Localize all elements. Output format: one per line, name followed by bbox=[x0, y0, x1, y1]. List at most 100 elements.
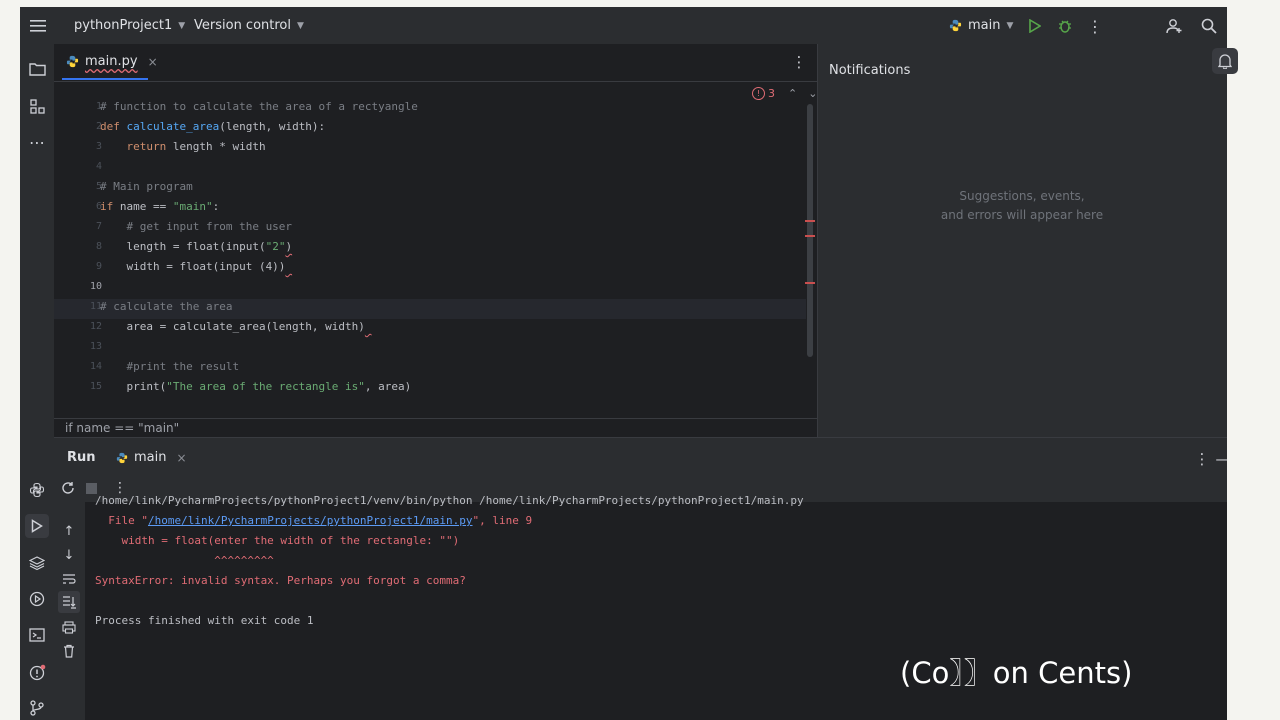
line-number: 10 bbox=[89, 281, 102, 292]
version-control-label: Version control bbox=[194, 18, 291, 33]
code-token: length = float(input( bbox=[100, 240, 266, 253]
chevron-down-icon: ▼ bbox=[178, 20, 186, 31]
editor-scrollbar[interactable] bbox=[807, 104, 813, 357]
close-icon[interactable]: × bbox=[176, 451, 186, 465]
inspection-widget[interactable]: ! 3 ⌃ ⌄ bbox=[752, 87, 817, 100]
git-branch-icon[interactable] bbox=[25, 696, 49, 720]
code-line: if name == "main": bbox=[100, 197, 219, 217]
code-token: if bbox=[100, 200, 120, 213]
code-token: # function to calculate the area of a re… bbox=[100, 100, 418, 113]
services-icon[interactable] bbox=[25, 587, 49, 611]
editor-panel: main.py × ⋮ 1 2 3 4 5 6 7 8 9 10 11 12 13 14 15 # func… bbox=[54, 44, 817, 437]
code-token: area = calculate_area(length, width) bbox=[100, 320, 365, 333]
python-console-icon[interactable] bbox=[25, 478, 49, 502]
code-token: def bbox=[100, 120, 127, 133]
problems-icon[interactable] bbox=[25, 660, 49, 684]
minimize-icon[interactable]: — bbox=[1214, 450, 1228, 468]
watermark-text: (Co〗〗on Cents) bbox=[900, 656, 1133, 690]
code-line: def calculate_area(length, width): bbox=[100, 117, 325, 137]
console-line: File "/home/link/PycharmProjects/pythonP… bbox=[95, 511, 532, 531]
code-line: area = calculate_area(length, width) bbox=[100, 317, 372, 337]
arrow-up-icon[interactable]: ↑ bbox=[58, 520, 80, 542]
empty-state-line: and errors will appear here bbox=[940, 208, 1104, 222]
code-line: return length * width bbox=[100, 137, 266, 157]
scroll-to-end-icon[interactable] bbox=[58, 591, 80, 613]
editor-tabs: main.py × ⋮ bbox=[54, 44, 817, 82]
chevron-down-icon: ▼ bbox=[297, 20, 304, 31]
code-token: (length, width): bbox=[219, 120, 326, 133]
chevron-up-icon[interactable]: ⌃ bbox=[788, 87, 797, 100]
line-number: 1 bbox=[95, 101, 102, 112]
more-vertical-icon[interactable]: ⋮ bbox=[1084, 15, 1106, 37]
more-vertical-icon[interactable]: ⋮ bbox=[789, 52, 809, 72]
folder-icon[interactable] bbox=[25, 57, 49, 81]
notifications-empty-state: Suggestions, events, and errors will app… bbox=[818, 187, 1226, 225]
run-label: Run bbox=[67, 450, 96, 465]
debug-bug-icon[interactable] bbox=[1054, 15, 1076, 37]
close-icon[interactable]: × bbox=[148, 55, 158, 69]
code-token: , area) bbox=[364, 380, 412, 393]
console-line: Process finished with exit code 1 bbox=[95, 614, 314, 627]
code-token: #print the result bbox=[100, 360, 240, 373]
line-number: 7 bbox=[95, 221, 102, 232]
add-user-icon[interactable] bbox=[1163, 15, 1185, 37]
console-line: SyntaxError: invalid syntax. Perhaps you… bbox=[95, 574, 466, 587]
python-icon bbox=[116, 452, 128, 463]
code-token: "main" bbox=[172, 200, 213, 213]
run-config-selector[interactable]: main ▼ bbox=[949, 18, 1013, 33]
code-line: length = float(input("2") bbox=[100, 237, 292, 257]
code-line: # get input from the user bbox=[100, 217, 292, 237]
terminal-icon[interactable] bbox=[25, 623, 49, 647]
run-config-tab[interactable]: main × bbox=[116, 450, 187, 465]
code-token: print( bbox=[100, 380, 167, 393]
more-horizontal-icon[interactable]: ⋯ bbox=[25, 130, 49, 154]
breadcrumb[interactable]: if name == "main" bbox=[54, 418, 817, 437]
error-count: 3 bbox=[768, 87, 775, 100]
soft-wrap-icon[interactable] bbox=[58, 568, 80, 590]
console-side-toolbar: ↑ ↓ bbox=[54, 502, 86, 720]
tab-main-py[interactable]: main.py × bbox=[66, 54, 158, 69]
error-stripe-marker[interactable] bbox=[805, 282, 815, 284]
arrow-down-icon[interactable]: ↓ bbox=[58, 544, 80, 566]
run-play-icon[interactable] bbox=[1024, 15, 1046, 37]
error-icon: ! bbox=[752, 87, 765, 100]
error-stripe-marker[interactable] bbox=[805, 235, 815, 237]
ide-window: pythonProject1 ▼ Version control ▼ main … bbox=[20, 7, 1227, 720]
tab-label: main.py bbox=[85, 54, 138, 69]
code-token: calculate_area bbox=[126, 120, 220, 133]
more-vertical-icon[interactable]: ⋮ bbox=[1193, 450, 1211, 468]
code-editor[interactable]: # function to calculate the area of a re… bbox=[100, 82, 800, 412]
layers-icon[interactable] bbox=[25, 551, 49, 575]
print-icon[interactable] bbox=[58, 616, 80, 638]
code-token: "2" bbox=[265, 240, 286, 253]
error-stripe-marker[interactable] bbox=[805, 220, 815, 222]
project-selector[interactable]: pythonProject1 ▼ bbox=[74, 18, 185, 33]
code-line: #print the result bbox=[100, 357, 239, 377]
code-line: # Main program bbox=[100, 177, 193, 197]
code-line: print("The area of the rectangle is", ar… bbox=[100, 377, 411, 397]
project-name: pythonProject1 bbox=[74, 18, 173, 33]
code-token: # calculate the area bbox=[100, 300, 233, 313]
console-line: width = float(enter the width of the rec… bbox=[95, 534, 460, 547]
rerun-icon[interactable] bbox=[59, 479, 77, 497]
code-token: length * width bbox=[172, 140, 266, 153]
console-text: ", line 9 bbox=[472, 514, 533, 527]
version-control-menu[interactable]: Version control ▼ bbox=[194, 18, 304, 33]
trash-icon[interactable] bbox=[58, 640, 80, 662]
code-token: width = float(input (4)) bbox=[100, 260, 286, 273]
notifications-bell-icon[interactable] bbox=[1212, 48, 1238, 74]
line-number: 9 bbox=[95, 261, 102, 272]
line-number: 13 bbox=[89, 341, 102, 352]
file-link[interactable]: /home/link/PycharmProjects/pythonProject… bbox=[148, 514, 473, 527]
structure-icon[interactable] bbox=[25, 94, 49, 118]
run-tool-icon[interactable] bbox=[25, 514, 49, 538]
code-token: # Main program bbox=[100, 180, 193, 193]
line-number: 12 bbox=[89, 321, 102, 332]
line-number: 2 bbox=[95, 121, 102, 132]
run-tab[interactable]: Run bbox=[67, 450, 96, 465]
hamburger-menu-icon[interactable] bbox=[27, 15, 49, 37]
search-icon[interactable] bbox=[1198, 15, 1220, 37]
code-line: # calculate the area bbox=[100, 297, 232, 317]
chevron-down-icon: ▼ bbox=[1006, 20, 1014, 31]
